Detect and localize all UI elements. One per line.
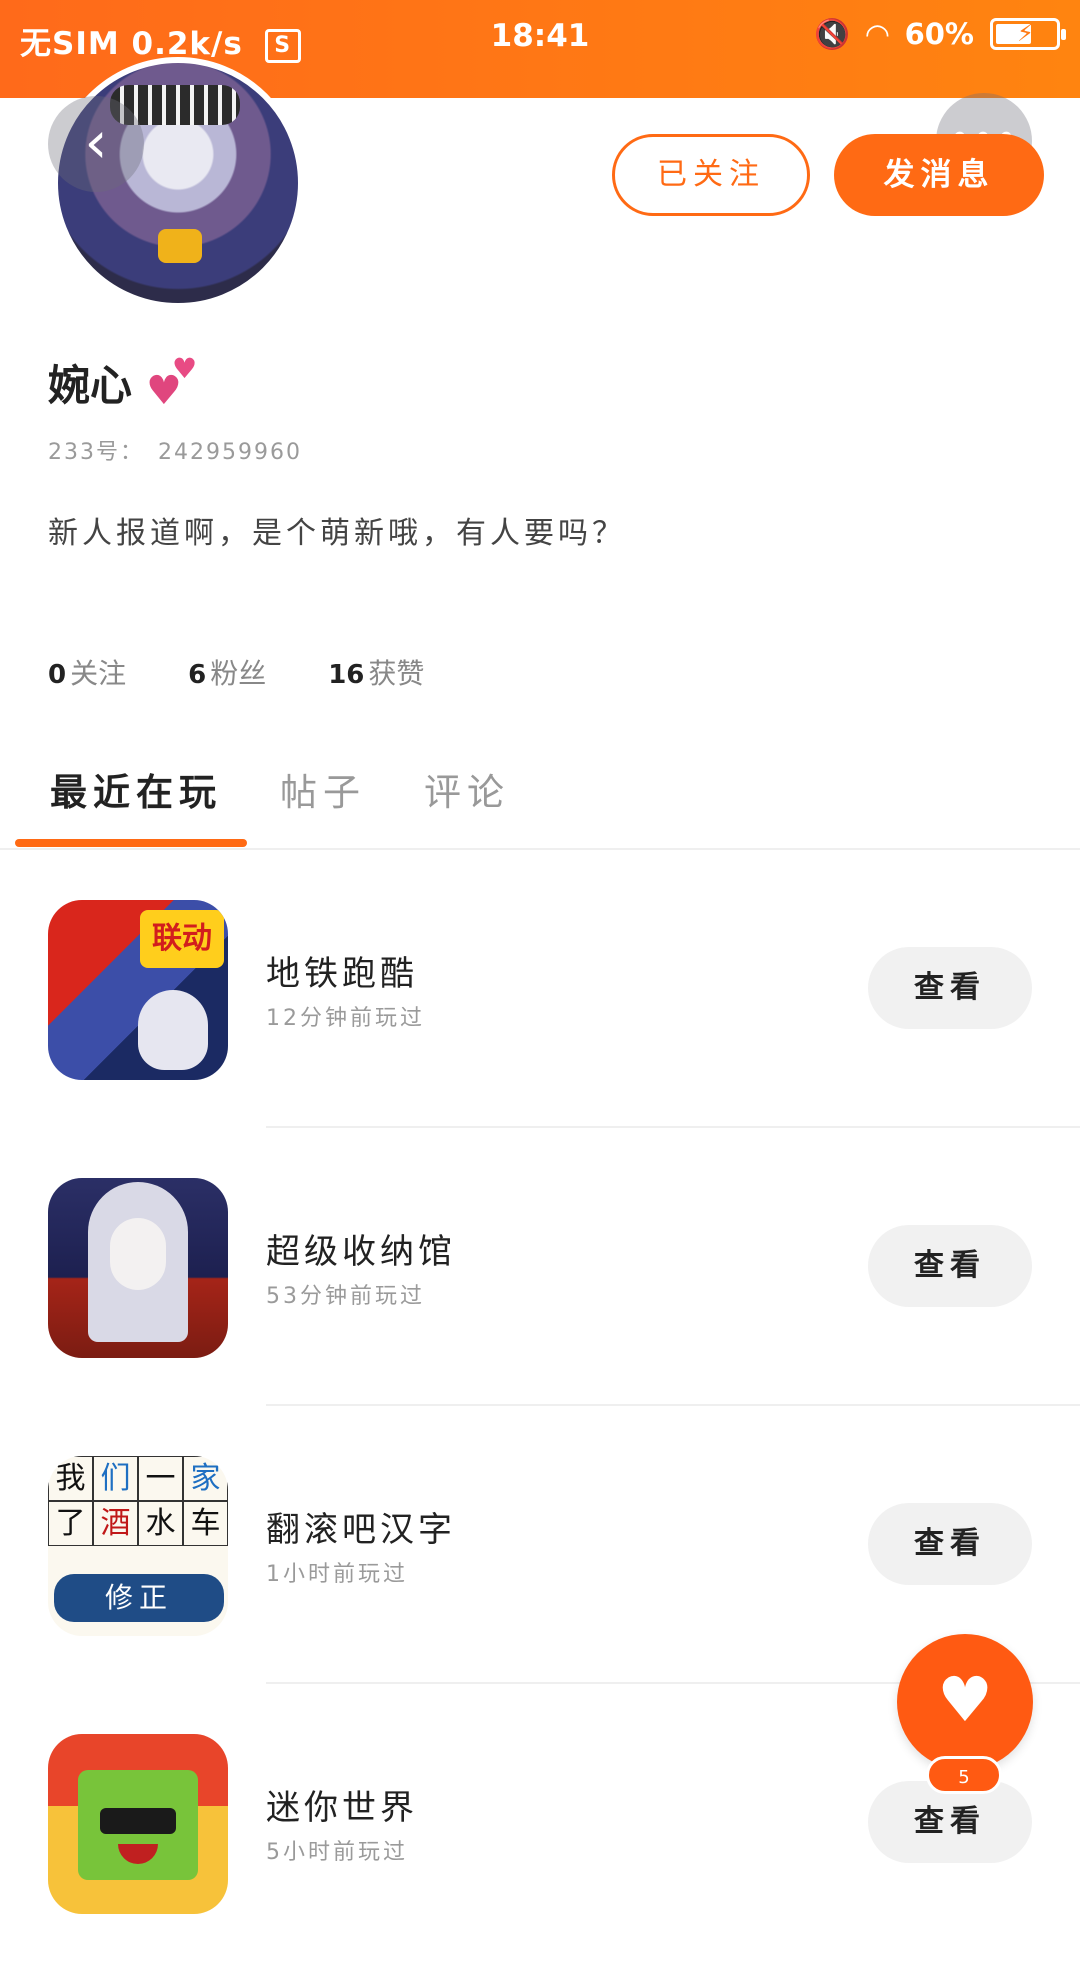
status-right: 🔇 ◠ 60% ⚡ (814, 14, 1066, 54)
grid-cell: 酒 (93, 1501, 138, 1546)
back-button[interactable]: ‹ (48, 96, 144, 192)
stat-count: 0 (48, 660, 67, 690)
stat-label: 获赞 (368, 657, 425, 690)
game-icon: 联动 (48, 900, 228, 1080)
view-button[interactable]: 查看 (868, 947, 1032, 1029)
avatar-bell (158, 229, 202, 263)
last-played: 53分钟前玩过 (266, 1284, 425, 1309)
game-title: 翻滚吧汉字 (266, 1510, 456, 1550)
profile-tabs: 最近在玩 帖子 评论 (0, 740, 1080, 848)
stat-count: 16 (328, 660, 365, 690)
icon-face (110, 1218, 166, 1290)
chevron-left-icon: ‹ (84, 108, 108, 176)
grid-cell: 了 (48, 1501, 93, 1546)
icon-banner: 修正 (54, 1574, 224, 1622)
user-id: 233号： 242959960 (48, 434, 302, 466)
stat-label: 粉丝 (210, 657, 267, 690)
grid-cell: 车 (183, 1501, 228, 1546)
mute-icon: 🔇 (814, 16, 851, 51)
game-icon (48, 1734, 228, 1914)
profile-stats: 0 关注 6 粉丝 16 获赞 (48, 652, 424, 692)
user-id-value: 242959960 (158, 440, 302, 465)
stat-fans[interactable]: 6 粉丝 (188, 652, 266, 692)
game-icon (48, 1178, 228, 1358)
list-item[interactable]: 超级收纳馆 53分钟前玩过 查看 (0, 1128, 1080, 1406)
heart-icon: ♥ (937, 1663, 993, 1736)
last-played: 12分钟前玩过 (266, 1006, 425, 1031)
game-title: 地铁跑酷 (266, 954, 418, 994)
tab-comments[interactable]: 评论 (424, 762, 510, 816)
stat-label: 关注 (70, 657, 127, 690)
wifi-icon: ◠ (866, 17, 889, 51)
tab-indicator (15, 839, 247, 847)
last-played: 5小时前玩过 (266, 1840, 408, 1865)
game-title: 超级收纳馆 (266, 1232, 456, 1272)
user-id-label: 233号： (48, 440, 144, 465)
send-message-button[interactable]: 发消息 (834, 134, 1044, 216)
list-item[interactable]: 联动 地铁跑酷 12分钟前玩过 查看 (0, 850, 1080, 1128)
game-title: 迷你世界 (266, 1788, 418, 1828)
grid-cell: 我 (48, 1456, 93, 1501)
icon-eyes (100, 1808, 176, 1834)
followed-button[interactable]: 已关注 (612, 134, 810, 216)
grid-cell: 家 (183, 1456, 228, 1501)
profile-bio: 新人报道啊，是个萌新哦，有人要吗？ (48, 516, 626, 551)
view-button[interactable]: 查看 (868, 1503, 1032, 1585)
view-button[interactable]: 查看 (868, 1225, 1032, 1307)
charging-icon: ⚡ (1017, 19, 1034, 47)
icon-figure (138, 990, 208, 1070)
like-button[interactable]: ♥ (897, 1634, 1033, 1770)
last-played: 1小时前玩过 (266, 1562, 408, 1587)
stat-count: 6 (188, 660, 207, 690)
grid-cell: 水 (138, 1501, 183, 1546)
tab-recently-played[interactable]: 最近在玩 (50, 762, 222, 816)
heart-icon: ♥ (172, 352, 198, 385)
battery-icon: ⚡ (990, 18, 1066, 50)
battery-percent: 60% (904, 17, 974, 51)
grid-cell: 一 (138, 1456, 183, 1501)
profile-name: 婉心 (48, 361, 133, 410)
stat-following[interactable]: 0 关注 (48, 652, 126, 692)
list-item[interactable]: 我 们 一 家 了 酒 水 车 修正 翻滚吧汉字 1小时前玩过 查看 (0, 1406, 1080, 1684)
like-count-badge: 5 (926, 1756, 1002, 1794)
stat-likes[interactable]: 16 获赞 (328, 652, 424, 692)
grid-cell: 们 (93, 1456, 138, 1501)
hearts-icon: ♥ ♥ (146, 352, 202, 414)
tab-posts[interactable]: 帖子 (280, 762, 366, 816)
icon-badge: 联动 (140, 910, 224, 968)
game-icon: 我 们 一 家 了 酒 水 车 修正 (48, 1456, 228, 1636)
